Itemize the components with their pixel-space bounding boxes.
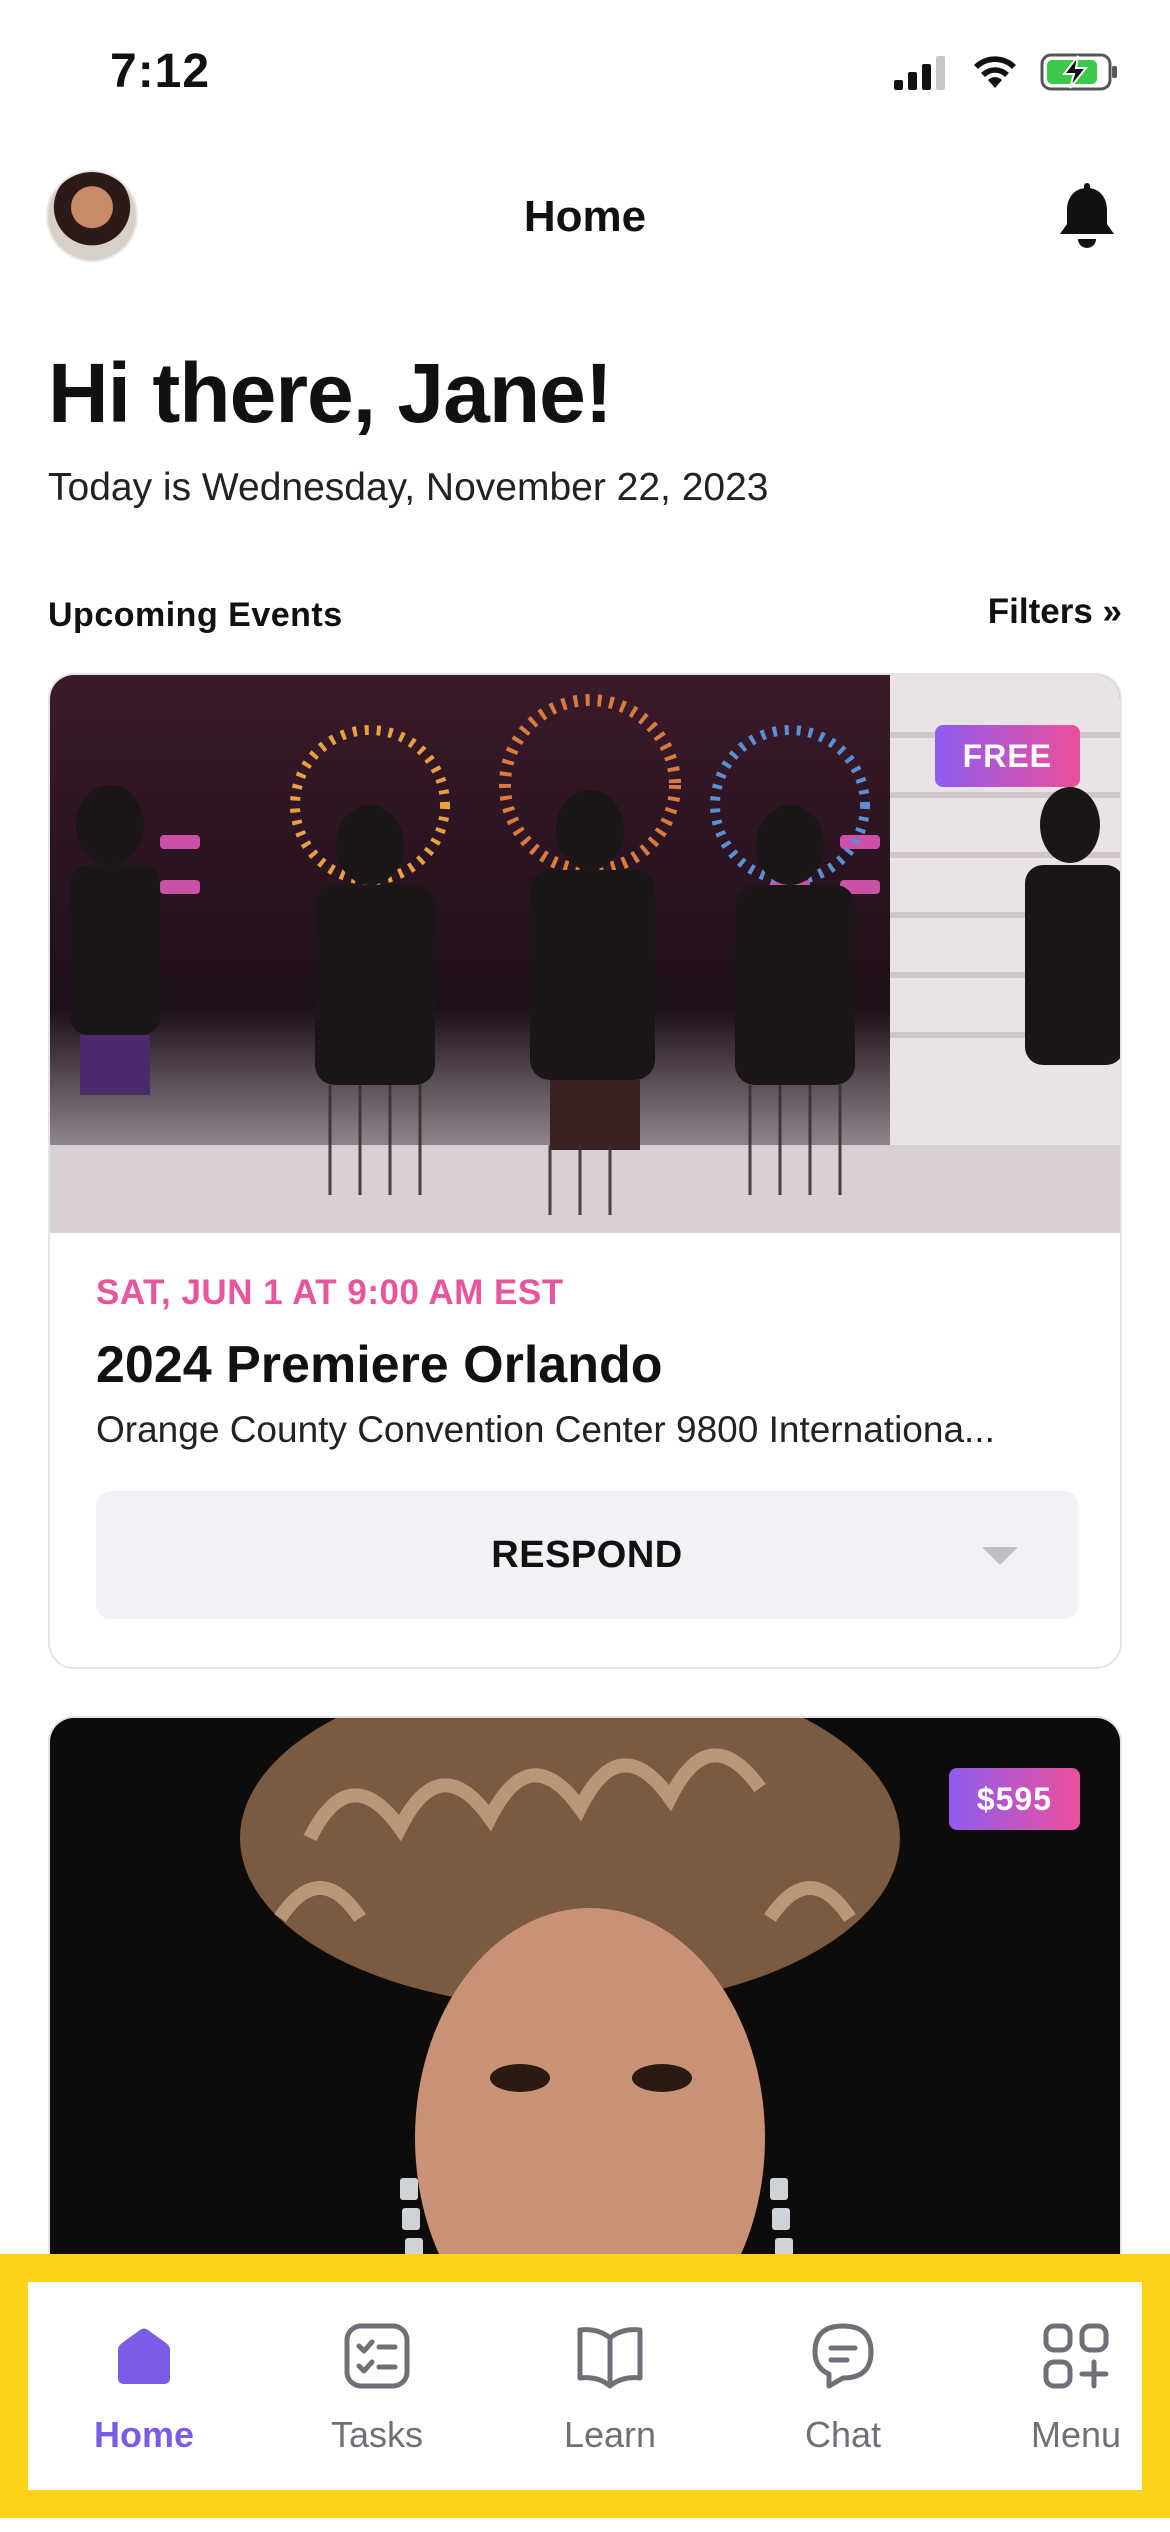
event-image: FREE: [50, 675, 1120, 1233]
home-icon: [118, 2328, 170, 2384]
status-time: 7:12: [110, 45, 211, 98]
chevron-down-icon: [982, 1547, 1018, 1565]
tab-chat-label: Chat: [804, 2414, 882, 2455]
event-title: 2024 Premiere Orlando: [96, 1336, 663, 1394]
top-nav-bar: Home: [0, 160, 1170, 280]
respond-dropdown-button[interactable]: RESPOND: [96, 1491, 1078, 1619]
section-title: Upcoming Events: [48, 596, 343, 634]
status-icons: [894, 52, 1120, 92]
battery-charging-icon: [1040, 53, 1117, 91]
event-date: SAT, JUN 1 AT 9:00 AM EST: [96, 1273, 564, 1312]
chat-icon: [812, 2323, 874, 2389]
today-date: Today is Wednesday, November 22, 2023: [48, 466, 769, 509]
price-badge: FREE: [934, 725, 1080, 787]
status-bar: 7:12: [0, 0, 1170, 150]
tab-menu[interactable]: Menu: [976, 2320, 1170, 2490]
wifi-icon: [974, 56, 1016, 88]
tab-tasks[interactable]: Tasks: [277, 2320, 477, 2490]
menu-grid-icon: [1043, 2323, 1109, 2389]
upcoming-events-header: Upcoming Events Filters »: [48, 592, 1122, 646]
respond-label: RESPOND: [491, 1533, 683, 1576]
tab-home[interactable]: Home: [44, 2320, 244, 2490]
event-venue: Orange County Convention Center 9800 Int…: [96, 1409, 995, 1450]
bottom-tab-bar: Home Tasks Learn Chat Menu: [0, 2254, 1170, 2518]
tab-menu-label: Menu: [1030, 2414, 1122, 2455]
notifications-bell-icon[interactable]: [1054, 182, 1120, 252]
tab-chat[interactable]: Chat: [743, 2320, 943, 2490]
tab-tasks-label: Tasks: [330, 2414, 424, 2455]
greeting-headline: Hi there, Jane!: [48, 346, 613, 440]
page-title: Home: [523, 192, 647, 241]
tasks-icon: [344, 2323, 410, 2389]
cellular-signal-icon: [894, 56, 945, 90]
event-card[interactable]: FREE SAT, JUN 1 AT 9:00 AM EST 2024 Prem…: [48, 673, 1122, 1669]
price-badge: $595: [948, 1768, 1080, 1830]
filters-link[interactable]: Filters »: [988, 592, 1122, 632]
tab-learn[interactable]: Learn: [510, 2320, 710, 2490]
tab-learn-label: Learn: [563, 2414, 657, 2455]
book-icon: [577, 2327, 643, 2389]
tab-home-label: Home: [93, 2414, 195, 2455]
